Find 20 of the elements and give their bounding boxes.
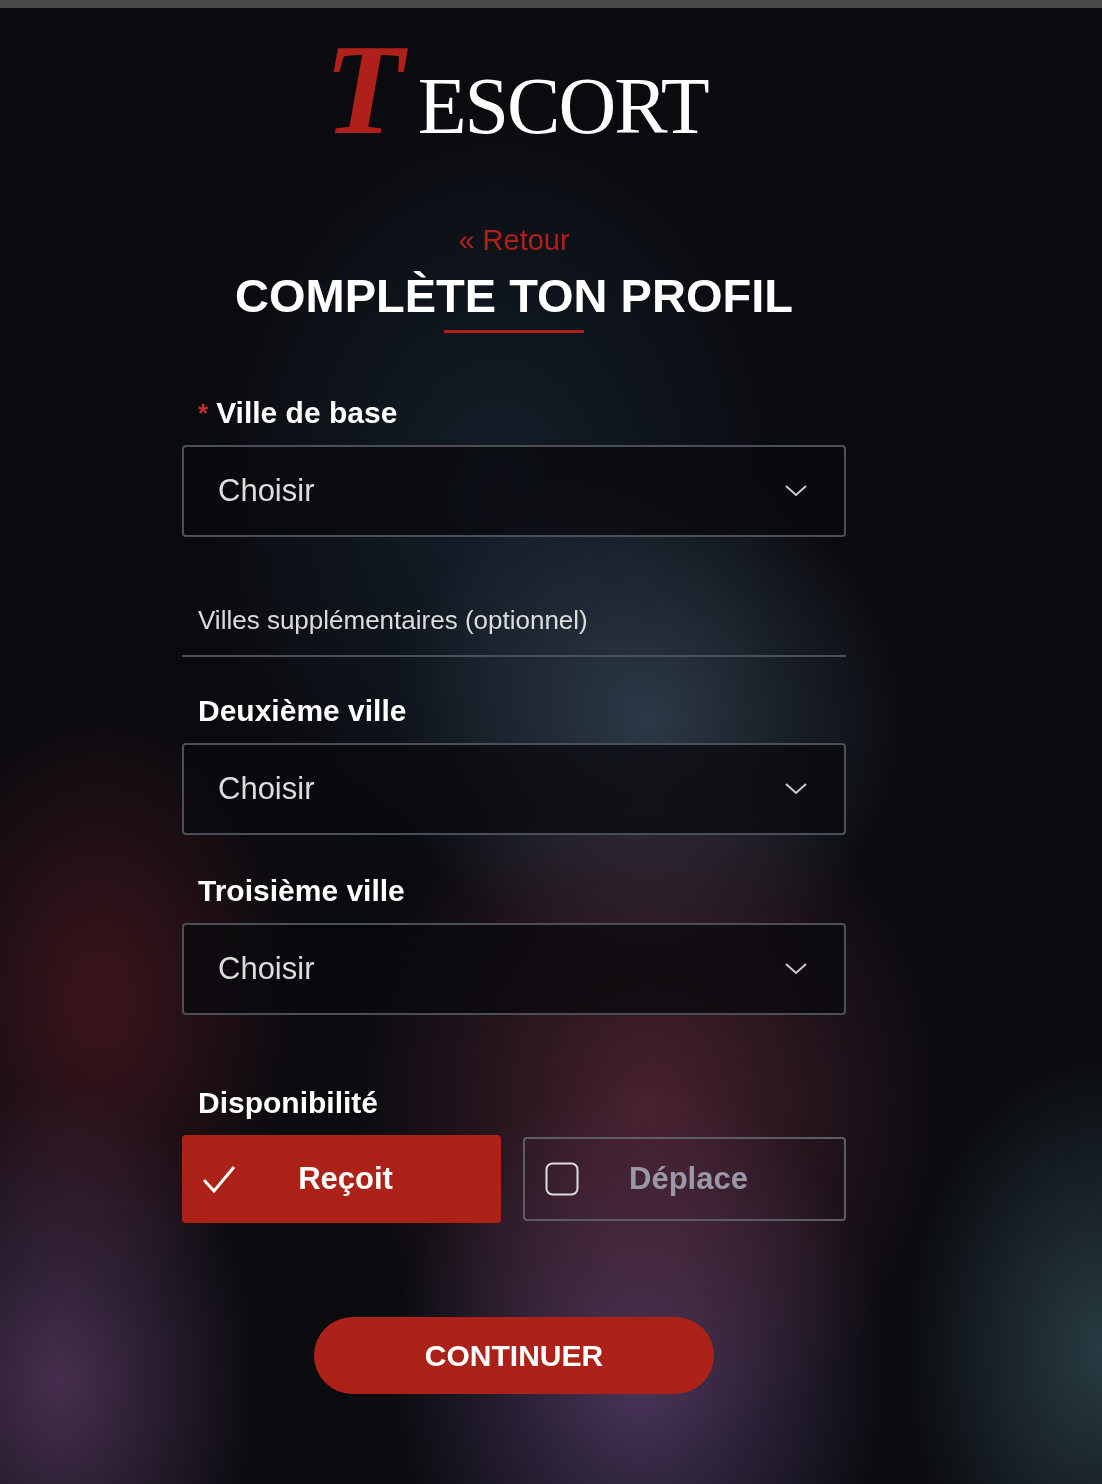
field-label: Deuxième ville: [198, 693, 407, 729]
field-label: Ville de base: [216, 395, 398, 431]
field-label: Troisième ville: [198, 873, 405, 909]
required-asterisk: *: [198, 397, 209, 430]
chevron-down-icon: [784, 782, 808, 796]
section-heading: Villes supplémentaires (optionnel): [197, 604, 589, 637]
logo-text: ESCORT: [417, 66, 708, 146]
availability-toggle[interactable]: Déplace: [523, 1137, 846, 1221]
continue-button[interactable]: CONTINUER: [314, 1317, 714, 1394]
chevron-down-icon: [784, 484, 808, 498]
availability-toggle[interactable]: Reçoit: [182, 1135, 501, 1223]
city-select[interactable]: Choisir: [182, 743, 846, 835]
page-title: COMPLÈTE TON PROFIL: [235, 270, 793, 322]
field-label: Disponibilité: [198, 1085, 378, 1121]
checkmark-icon: [202, 1164, 236, 1194]
city-select[interactable]: Choisir: [182, 923, 846, 1015]
city-select[interactable]: Choisir: [182, 445, 846, 537]
chevron-down-icon: [784, 962, 808, 976]
logo-mark: T: [318, 18, 418, 161]
checkbox-icon: [545, 1162, 579, 1196]
